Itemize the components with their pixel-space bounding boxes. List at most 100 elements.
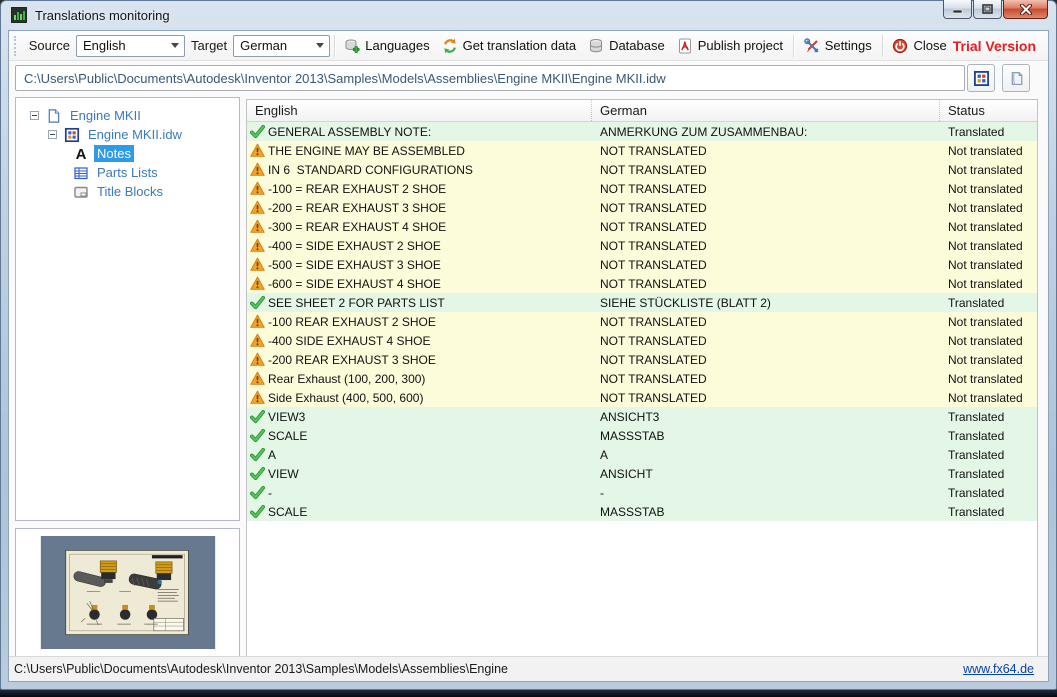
table-row[interactable]: GENERAL ASSEMBLY NOTE: ANMERKUNG ZUM ZUS… (247, 122, 1037, 141)
german-cell-text: - (600, 485, 604, 500)
settings-button[interactable]: Settings (798, 34, 878, 58)
tree-item-notes[interactable]: A Notes (16, 144, 239, 163)
chevron-down-icon[interactable] (166, 36, 184, 56)
open-file-button[interactable] (1002, 64, 1030, 92)
minimize-button[interactable] (943, 0, 972, 19)
website-link[interactable]: www.fx64.de (963, 662, 1034, 676)
table-row[interactable]: - - Translated (247, 483, 1037, 502)
german-cell-text: NOT TRANSLATED (600, 390, 707, 405)
main-toolbar: Source English Target German Languages G… (9, 31, 1048, 61)
english-cell-text: -100 = REAR EXHAUST 2 SHOE (268, 181, 447, 196)
maximize-button[interactable] (973, 0, 1002, 19)
german-cell-text: NOT TRANSLATED (600, 219, 707, 234)
translated-check-icon (250, 409, 265, 424)
close-button[interactable]: Close (886, 34, 952, 58)
german-cell-text: NOT TRANSLATED (600, 371, 707, 386)
table-row[interactable]: -200 = REAR EXHAUST 3 SHOE NOT TRANSLATE… (247, 198, 1037, 217)
not-translated-warning-icon (250, 143, 265, 158)
path-row (9, 62, 1048, 94)
table-row[interactable]: -500 = SIDE EXHAUST 3 SHOE NOT TRANSLATE… (247, 255, 1037, 274)
table-row[interactable]: THE ENGINE MAY BE ASSEMBLED NOT TRANSLAT… (247, 141, 1037, 160)
english-cell-text: SCALE (268, 428, 308, 443)
column-header-status[interactable]: Status (940, 100, 1037, 121)
tree-item-engine-mkii-idw[interactable]: Engine MKII.idw (16, 125, 239, 144)
table-row[interactable]: Side Exhaust (400, 500, 600) NOT TRANSLA… (247, 388, 1037, 407)
tree-item-title-blocks[interactable]: Title Blocks (16, 182, 239, 201)
german-cell-text: NOT TRANSLATED (600, 143, 707, 158)
database-button-label: Database (609, 38, 665, 53)
english-cell-text: -400 = SIDE EXHAUST 2 SHOE (268, 238, 441, 253)
translated-check-icon (250, 466, 265, 481)
column-header-german[interactable]: German (592, 100, 940, 121)
table-row[interactable]: VIEW3 ANSICHT3 Translated (247, 407, 1037, 426)
tree-item-engine-mkii[interactable]: Engine MKII (16, 106, 239, 125)
german-cell-text: MASSSTAB (600, 428, 665, 443)
chevron-down-icon[interactable] (311, 36, 329, 56)
table-row[interactable]: -300 = REAR EXHAUST 4 SHOE NOT TRANSLATE… (247, 217, 1037, 236)
window-bottom-shadow (0, 690, 1057, 697)
settings-button-label: Settings (824, 38, 872, 53)
german-cell-text: NOT TRANSLATED (600, 352, 707, 367)
languages-button[interactable]: Languages (338, 34, 435, 58)
pdf-icon (677, 38, 693, 54)
table-row[interactable]: -100 REAR EXHAUST 2 SHOE NOT TRANSLATED … (247, 312, 1037, 331)
table-row[interactable]: Rear Exhaust (100, 200, 300) NOT TRANSLA… (247, 369, 1037, 388)
english-cell-text: Rear Exhaust (100, 200, 300) (268, 371, 426, 386)
table-row[interactable]: -400 = SIDE EXHAUST 2 SHOE NOT TRANSLATE… (247, 236, 1037, 255)
source-language-select[interactable]: English (75, 34, 186, 57)
not-translated-warning-icon (250, 371, 265, 386)
power-close-icon (892, 38, 908, 54)
table-row[interactable]: -600 = SIDE EXHAUST 4 SHOE NOT TRANSLATE… (247, 274, 1037, 293)
tree-collapse-icon[interactable] (30, 111, 39, 120)
toolbar-grip[interactable] (14, 35, 17, 56)
status-cell-text: Not translated (948, 257, 1023, 272)
database-button[interactable]: Database (582, 34, 671, 58)
english-cell-text: -100 REAR EXHAUST 2 SHOE (268, 314, 436, 329)
status-cell-text: Not translated (948, 143, 1023, 158)
get-translation-data-button[interactable]: Get translation data (436, 34, 582, 58)
toolbar-separator (333, 34, 335, 57)
table-body: GENERAL ASSEMBLY NOTE: ANMERKUNG ZUM ZUS… (247, 122, 1037, 521)
english-cell-text: GENERAL ASSEMBLY NOTE: (268, 124, 432, 139)
tree-collapse-icon[interactable] (48, 130, 57, 139)
english-cell-text: -600 = SIDE EXHAUST 4 SHOE (268, 276, 441, 291)
status-cell-text: Translated (948, 485, 1005, 500)
target-language-select[interactable]: German (233, 34, 330, 57)
publish-project-button[interactable]: Publish project (671, 34, 789, 58)
column-header-english[interactable]: English (247, 100, 592, 121)
status-cell-text: Not translated (948, 238, 1023, 253)
german-cell-text: ANMERKUNG ZUM ZUSAMMENBAU: (600, 124, 808, 139)
status-cell-text: Not translated (948, 352, 1023, 367)
german-cell-text: NOT TRANSLATED (600, 181, 707, 196)
status-cell-text: Not translated (948, 200, 1023, 215)
open-document-icon (1008, 70, 1025, 87)
translated-check-icon (250, 447, 265, 462)
table-row[interactable]: SCALE MASSSTAB Translated (247, 502, 1037, 521)
get-translation-data-label: Get translation data (462, 38, 577, 53)
title-bar[interactable]: Translations monitoring (0, 0, 1057, 30)
table-row[interactable]: A A Translated (247, 445, 1037, 464)
components-button[interactable] (967, 64, 995, 92)
document-path-input[interactable] (15, 65, 965, 91)
table-row[interactable]: -400 SIDE EXHAUST 4 SHOE NOT TRANSLATED … (247, 331, 1037, 350)
not-translated-warning-icon (250, 257, 265, 272)
translated-check-icon (250, 124, 265, 139)
database-icon (588, 38, 604, 54)
table-row[interactable]: SEE SHEET 2 FOR PARTS LIST SIEHE STÜCKLI… (247, 293, 1037, 312)
german-cell-text: A (600, 447, 609, 462)
table-row[interactable]: IN 6 STANDARD CONFIGURATIONS NOT TRANSLA… (247, 160, 1037, 179)
drawing-blocks-icon (973, 70, 990, 87)
table-row[interactable]: -100 = REAR EXHAUST 2 SHOE NOT TRANSLATE… (247, 179, 1037, 198)
svg-text:A: A (75, 146, 86, 162)
table-row[interactable]: VIEW ANSICHT Translated (247, 464, 1037, 483)
status-bar: C:\Users\Public\Documents\Autodesk\Inven… (9, 656, 1048, 681)
status-cell-text: Translated (948, 466, 1005, 481)
tree-item-parts-lists[interactable]: Parts Lists (16, 163, 239, 182)
status-cell-text: Translated (948, 428, 1005, 443)
close-window-button[interactable] (1003, 0, 1048, 19)
sheet-preview-panel[interactable] (15, 528, 240, 657)
translations-table: English German Status GENERAL ASSEMBLY N… (246, 99, 1038, 657)
tree-item-label: Engine MKII (70, 108, 141, 123)
table-row[interactable]: -200 REAR EXHAUST 3 SHOE NOT TRANSLATED … (247, 350, 1037, 369)
table-row[interactable]: SCALE MASSSTAB Translated (247, 426, 1037, 445)
